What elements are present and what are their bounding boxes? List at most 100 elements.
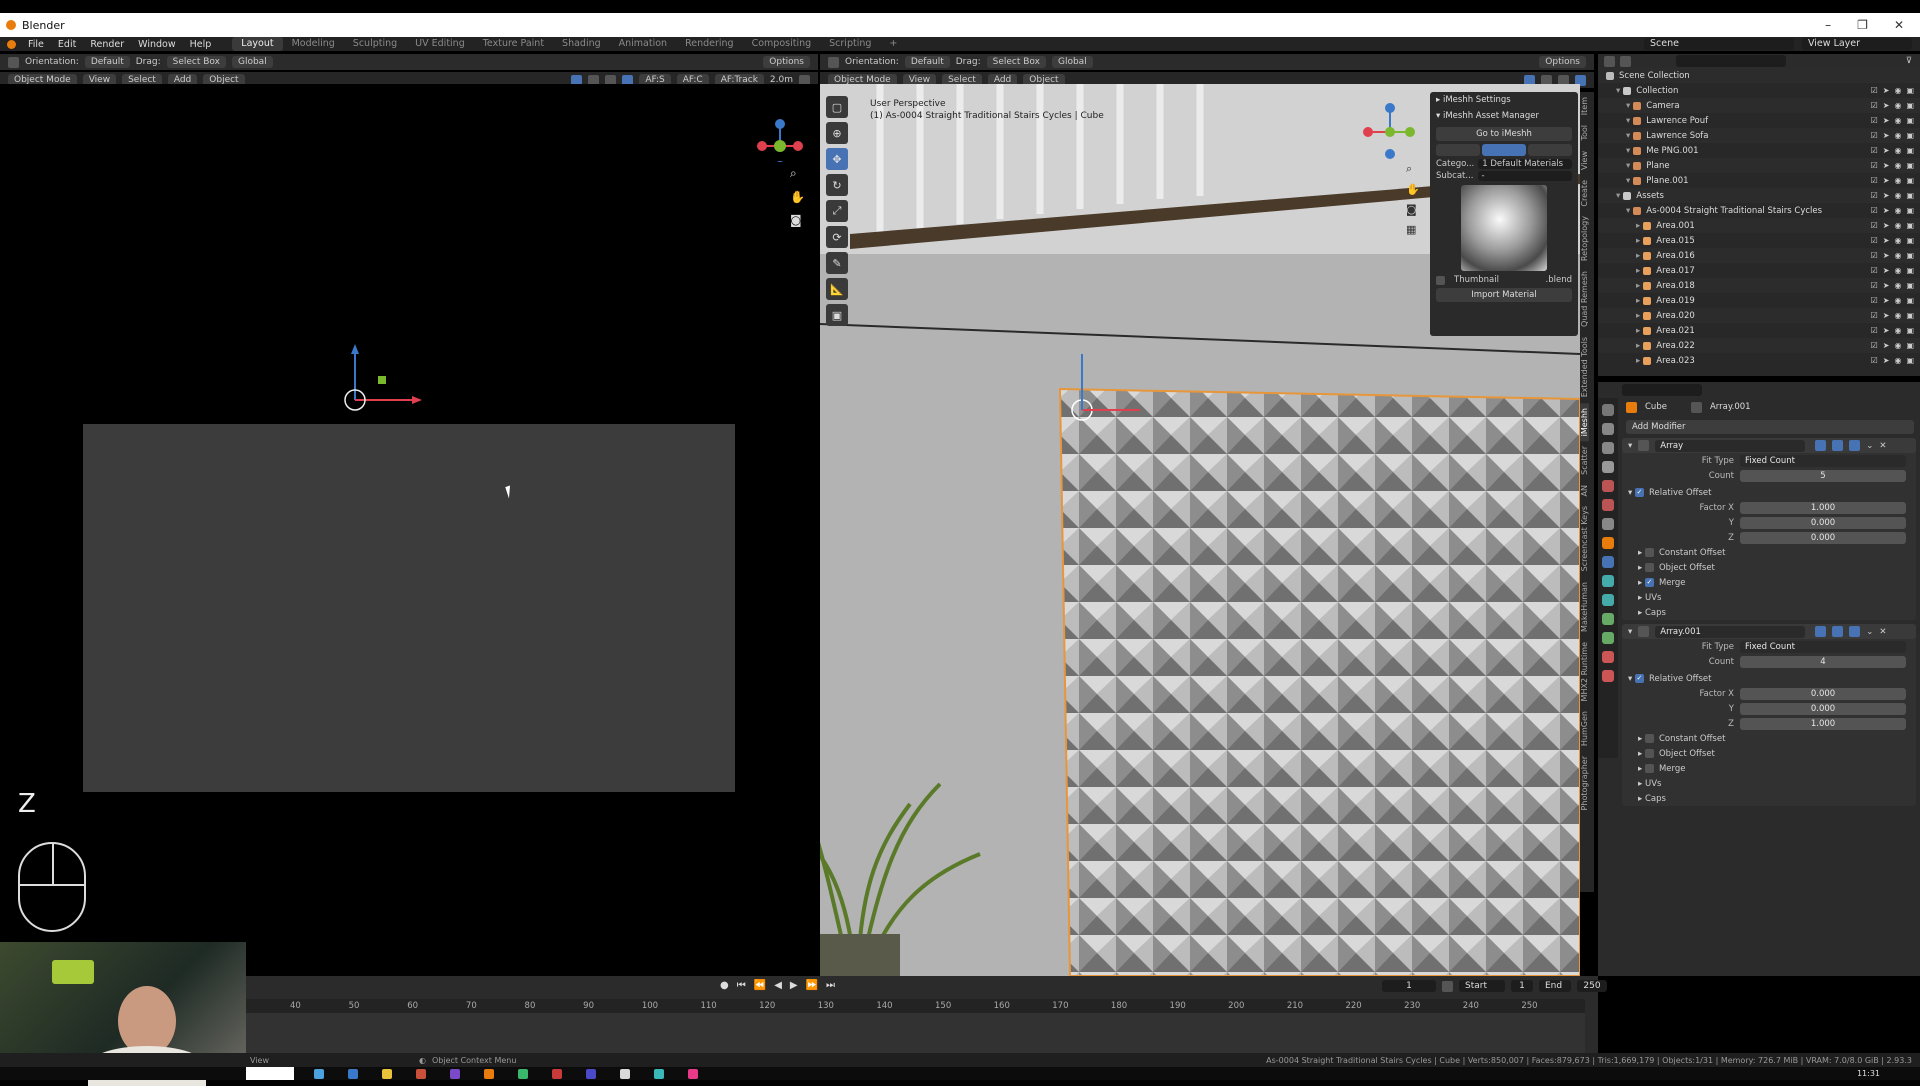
- subpanel-header[interactable]: ▸ Constant Offset: [1622, 545, 1916, 560]
- select-icon[interactable]: ➤: [1883, 86, 1890, 95]
- checkbox-icon[interactable]: ☑: [1871, 281, 1878, 290]
- transform-orientation-dropdown[interactable]: Global: [231, 56, 273, 68]
- view-layer-tab-icon[interactable]: [1602, 461, 1614, 473]
- blender-menu-icon[interactable]: [7, 39, 16, 49]
- sidebar-tab-humgen[interactable]: HumGen: [1580, 706, 1589, 751]
- physics-tab-icon[interactable]: [1602, 594, 1614, 606]
- options-dropdown[interactable]: Options: [763, 56, 810, 68]
- checkbox-icon[interactable]: ☑: [1871, 131, 1878, 140]
- select-icon[interactable]: ➤: [1883, 296, 1890, 305]
- camera-render-icon[interactable]: ▣: [1906, 206, 1914, 215]
- zoom-icon[interactable]: ⌕: [790, 166, 805, 181]
- taskbar-search-box[interactable]: [246, 1067, 294, 1080]
- expand-arrow-icon[interactable]: ▾: [1626, 161, 1630, 171]
- camera-render-icon[interactable]: ▣: [1906, 131, 1914, 140]
- models-toggle-icon[interactable]: [1436, 144, 1480, 156]
- taskbar-app-icon[interactable]: [518, 1068, 528, 1079]
- modifier-menu-icon[interactable]: ⌄: [1866, 627, 1873, 637]
- checkbox-icon[interactable]: ☑: [1871, 161, 1878, 170]
- expand-arrow-icon[interactable]: ▾: [1626, 116, 1630, 126]
- timeline-ruler[interactable]: 40 50 60 70 80 90 100 110 120 130 140 150 160 170 180 1…: [245, 999, 1585, 1013]
- checkbox-icon[interactable]: ☑: [1871, 86, 1878, 95]
- annotate-tool[interactable]: ✎: [826, 252, 848, 274]
- import-material-button[interactable]: Import Material: [1436, 288, 1572, 302]
- play-icon[interactable]: ▶: [790, 980, 798, 991]
- expand-arrow-icon[interactable]: ▸: [1636, 236, 1640, 246]
- checkbox-icon[interactable]: ☑: [1871, 341, 1878, 350]
- eye-icon[interactable]: ◉: [1894, 146, 1901, 155]
- outliner-row[interactable]: ▸ Area.015 ☑ ➤ ◉ ▣: [1598, 233, 1920, 248]
- minimize-button[interactable]: –: [1825, 18, 1831, 32]
- imeshh-settings-header[interactable]: ▸ iMeshh Settings: [1430, 92, 1578, 108]
- menu-render[interactable]: Render: [83, 39, 131, 50]
- orientation-dropdown[interactable]: Default: [84, 56, 130, 68]
- factor-field[interactable]: 1.000: [1740, 717, 1906, 730]
- scene-tab-icon[interactable]: [1602, 480, 1614, 492]
- eye-icon[interactable]: ◉: [1894, 326, 1901, 335]
- texture-tab-icon[interactable]: [1602, 670, 1614, 682]
- outliner-row[interactable]: ▸ Area.018 ☑ ➤ ◉ ▣: [1598, 278, 1920, 293]
- select-icon[interactable]: ➤: [1883, 311, 1890, 320]
- add-modifier-dropdown[interactable]: Add Modifier: [1626, 420, 1914, 434]
- select-icon[interactable]: ➤: [1883, 131, 1890, 140]
- prev-keyframe-icon[interactable]: ⏪: [754, 980, 766, 991]
- taskbar-app-icon[interactable]: [620, 1068, 630, 1079]
- relative-offset-header[interactable]: ▾ ✓ Relative Offset: [1622, 485, 1916, 500]
- taskbar-app-icon[interactable]: [314, 1068, 324, 1079]
- subpanel-checkbox[interactable]: [1644, 734, 1654, 743]
- checkbox-icon[interactable]: ☑: [1871, 146, 1878, 155]
- camera-render-icon[interactable]: ▣: [1906, 341, 1914, 350]
- modifier-header[interactable]: ▾ Array.001 ⌄ ✕: [1622, 624, 1916, 639]
- drag-dropdown[interactable]: Select Box: [166, 56, 226, 68]
- editor-type-icon-right[interactable]: [828, 56, 839, 68]
- blend-button[interactable]: .blend: [1546, 275, 1572, 285]
- taskbar-app-icon[interactable]: [688, 1068, 698, 1079]
- outliner-row[interactable]: ▾ Assets ☑ ➤ ◉ ▣: [1598, 188, 1920, 203]
- outliner-row[interactable]: ▸ Area.023 ☑ ➤ ◉ ▣: [1598, 353, 1920, 368]
- sidebar-tab-makehuman[interactable]: MakeHuman: [1580, 577, 1589, 637]
- tab-animation[interactable]: Animation: [610, 37, 676, 51]
- count-field[interactable]: 4: [1740, 655, 1906, 668]
- select-icon[interactable]: ➤: [1883, 251, 1890, 260]
- eye-icon[interactable]: ◉: [1894, 221, 1901, 230]
- taskbar-app-icon[interactable]: [552, 1068, 562, 1079]
- tab-texture-paint[interactable]: Texture Paint: [474, 37, 553, 51]
- remove-modifier-icon[interactable]: ✕: [1879, 627, 1886, 637]
- select-icon[interactable]: ➤: [1883, 341, 1890, 350]
- tab-compositing[interactable]: Compositing: [743, 37, 821, 51]
- expand-arrow-icon[interactable]: ▾: [1626, 131, 1630, 141]
- transform-tool[interactable]: ⟳: [826, 226, 848, 248]
- checkbox-icon[interactable]: ☑: [1871, 356, 1878, 365]
- tab-layout[interactable]: Layout: [232, 37, 283, 51]
- thumbnail-checkbox[interactable]: [1436, 275, 1445, 285]
- eye-icon[interactable]: ◉: [1894, 101, 1901, 110]
- materials-toggle-icon[interactable]: [1482, 144, 1526, 156]
- sidebar-tab-item[interactable]: Item: [1580, 92, 1589, 120]
- render-tab-icon[interactable]: [1602, 423, 1614, 435]
- camera-render-icon[interactable]: ▣: [1906, 161, 1914, 170]
- subpanel-checkbox[interactable]: [1644, 548, 1654, 557]
- sidebar-tab-extended-tools[interactable]: Extended Tools: [1580, 332, 1589, 402]
- sidebar-tab-mhx2-runtime[interactable]: MHX2 Runtime: [1580, 637, 1589, 706]
- tab-modeling[interactable]: Modeling: [283, 37, 344, 51]
- eye-icon[interactable]: ◉: [1894, 311, 1901, 320]
- scene-selector[interactable]: Scene: [1644, 38, 1794, 50]
- transform-orientation-right[interactable]: Global: [1051, 56, 1093, 68]
- editor-type-icon[interactable]: [8, 56, 19, 68]
- outliner-row[interactable]: ▸ Area.022 ☑ ➤ ◉ ▣: [1598, 338, 1920, 353]
- render-toggle-icon[interactable]: [1849, 440, 1861, 451]
- left-viewport[interactable]: ⌕ ✋ ◙ Z: [0, 84, 818, 976]
- record-icon[interactable]: ●: [720, 980, 729, 991]
- options-dropdown-right[interactable]: Options: [1539, 56, 1586, 68]
- factor-field[interactable]: 0.000: [1740, 531, 1906, 544]
- camera-render-icon[interactable]: ▣: [1906, 86, 1914, 95]
- expand-arrow-icon[interactable]: ▾: [1616, 191, 1620, 201]
- fit-type-dropdown[interactable]: Fixed Count: [1740, 640, 1906, 653]
- subpanel-checkbox[interactable]: [1644, 764, 1654, 773]
- checkbox-icon[interactable]: ☑: [1871, 116, 1878, 125]
- camera-render-icon[interactable]: ▣: [1906, 251, 1914, 260]
- camera-render-icon[interactable]: ▣: [1906, 281, 1914, 290]
- tab-sculpting[interactable]: Sculpting: [344, 37, 406, 51]
- go-to-imeshh-button[interactable]: Go to iMeshh: [1436, 127, 1572, 141]
- modifier-menu-icon[interactable]: ⌄: [1866, 441, 1873, 451]
